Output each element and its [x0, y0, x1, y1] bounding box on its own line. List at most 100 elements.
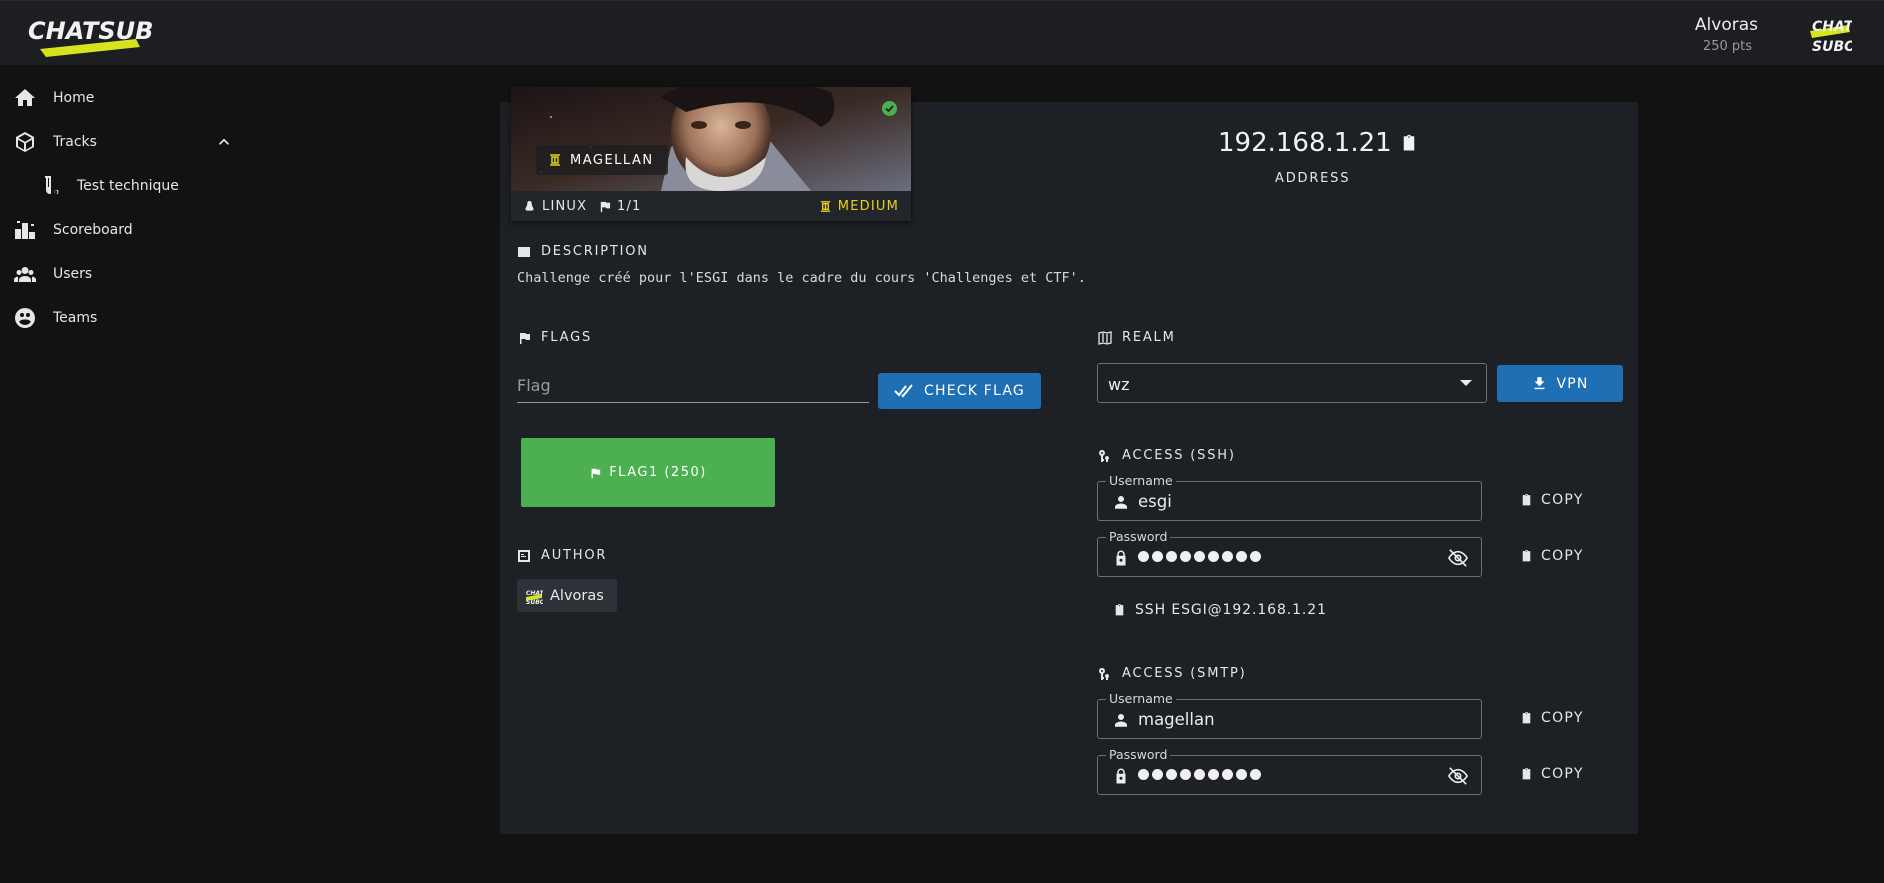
- clipboard-icon: [1522, 550, 1531, 562]
- sidebar-item-teams[interactable]: Teams: [0, 296, 250, 340]
- flags-heading: FLAGS: [517, 330, 592, 345]
- home-icon: [15, 89, 35, 106]
- flag-input[interactable]: Flag: [517, 367, 869, 403]
- challenge-name: MAGELLAN: [570, 152, 654, 168]
- sidebar-item-home[interactable]: Home: [0, 76, 250, 120]
- realm-title: REALM: [1122, 330, 1176, 345]
- check-flag-label: CHECK FLAG: [924, 383, 1025, 399]
- clipboard-icon[interactable]: [1400, 134, 1418, 152]
- top-app-bar: CHATSUBO Alvoras 250 pts CHAT SUBO: [0, 0, 1884, 65]
- ssh-command-copy[interactable]: SSH ESGI@192.168.1.21: [1113, 602, 1327, 618]
- author-heading: AUTHOR: [517, 548, 607, 563]
- flag-icon: [591, 467, 601, 478]
- clipboard-icon: [1522, 494, 1531, 506]
- challenge-info-bar: LINUX 1/1 MEDIUM: [511, 191, 911, 221]
- user-name[interactable]: Alvoras: [1695, 15, 1758, 35]
- sidebar-item-label: Users: [53, 266, 93, 282]
- sidebar-item-scoreboard[interactable]: Scoreboard: [0, 208, 250, 252]
- flag-icon: [520, 331, 530, 344]
- smtp-username-field[interactable]: Username magellan: [1097, 691, 1482, 739]
- found-flag-button[interactable]: FLAG1 (250): [521, 438, 775, 507]
- linux-tux-icon: [525, 200, 534, 211]
- cube-icon: [16, 132, 34, 152]
- author-avatar: CHAT SUBO: [525, 586, 543, 605]
- realm-selected-value: wz: [1108, 375, 1130, 394]
- access-ssh-heading: ACCESS (SSH): [1098, 448, 1236, 463]
- copy-label: COPY: [1541, 492, 1584, 508]
- ssh-password-copy-button[interactable]: COPY: [1520, 548, 1584, 564]
- download-icon: [1534, 377, 1545, 390]
- ssh-command-text: SSH ESGI@192.168.1.21: [1135, 602, 1327, 618]
- ssh-password-field[interactable]: Password: [1097, 529, 1482, 577]
- ssh-username-copy-button[interactable]: COPY: [1520, 492, 1584, 508]
- challenge-banner[interactable]: MAGELLAN LINUX 1/1 MEDIUM: [511, 87, 911, 221]
- flag-input-placeholder: Flag: [517, 376, 551, 395]
- avatar-text-bottom: SUBO: [1812, 39, 1852, 55]
- difficulty-label: MEDIUM: [837, 198, 899, 214]
- challenge-name-chip: MAGELLAN: [536, 145, 668, 175]
- person-icon: [1115, 496, 1127, 509]
- sidebar-item-label: Home: [53, 90, 95, 106]
- users-icon: [14, 267, 36, 282]
- challenge-os-label: LINUX: [542, 198, 588, 214]
- vpn-download-button[interactable]: VPN: [1497, 365, 1623, 402]
- clipboard-icon: [1115, 604, 1124, 616]
- flag-icon: [600, 200, 611, 212]
- flags-count-label: 1/1: [617, 198, 642, 214]
- caret-down-icon: [1460, 380, 1472, 386]
- chatsubo-logo[interactable]: CHATSUBO: [26, 9, 154, 59]
- ip-address[interactable]: 192.168.1.21: [1218, 128, 1418, 158]
- challenge-difficulty: MEDIUM: [819, 199, 899, 214]
- user-avatar[interactable]: CHAT SUBO: [1808, 11, 1852, 57]
- challenge-portrait-image: [511, 87, 911, 191]
- sidebar-item-label: Test technique: [77, 178, 179, 194]
- ssh-username-label: Username: [1106, 473, 1176, 488]
- challenge-os: LINUX: [523, 199, 587, 214]
- key-chain-icon: [1099, 449, 1109, 462]
- sidebar-item-users[interactable]: Users: [0, 252, 250, 296]
- challenge-flags-count: 1/1: [598, 199, 642, 214]
- smtp-password-label: Password: [1106, 747, 1171, 762]
- user-points: 250 pts: [1702, 39, 1752, 54]
- description-text: Challenge créé pour l'ESGI dans le cadre…: [517, 270, 1086, 286]
- realm-select[interactable]: wz: [1097, 363, 1487, 403]
- realm-heading: REALM: [1098, 330, 1176, 345]
- smtp-password-copy-button[interactable]: COPY: [1520, 766, 1584, 782]
- team-emblem-icon: [15, 308, 35, 328]
- lock-icon: [1116, 768, 1126, 784]
- clipboard-icon: [1522, 768, 1531, 780]
- difficulty-medium-icon: [820, 200, 830, 212]
- author-chip[interactable]: CHAT SUBO Alvoras: [517, 579, 617, 612]
- ssh-password-masked: [1138, 551, 1261, 562]
- avatar-text-top: CHAT: [1812, 19, 1852, 35]
- author-title: AUTHOR: [541, 548, 608, 563]
- chevron-up-icon[interactable]: [214, 132, 234, 152]
- person-icon: [1115, 714, 1127, 727]
- eye-off-icon[interactable]: [1447, 766, 1469, 786]
- found-flag-label: FLAG1 (250): [609, 465, 707, 480]
- address-label: ADDRESS: [1275, 171, 1351, 186]
- description-icon: [518, 246, 530, 257]
- key-chain-icon: [1099, 667, 1109, 680]
- author-avatar-text-bottom: SUBO: [526, 599, 543, 605]
- smtp-password-field[interactable]: Password: [1097, 747, 1482, 795]
- test-tube-icon: [45, 176, 59, 195]
- flags-title: FLAGS: [541, 330, 593, 345]
- difficulty-medium-icon: [550, 154, 560, 166]
- sidebar-item-tracks[interactable]: Tracks: [0, 120, 250, 164]
- ip-address-value: 192.168.1.21: [1218, 128, 1392, 158]
- solved-check-icon: [882, 101, 897, 116]
- logo-text: CHATSUBO: [28, 17, 154, 45]
- sidebar-item-label: Tracks: [53, 134, 97, 150]
- ssh-username-field[interactable]: Username esgi: [1097, 473, 1482, 521]
- sidebar-item-test-technique[interactable]: Test technique: [0, 164, 250, 208]
- description-heading: DESCRIPTION: [517, 244, 649, 259]
- double-check-icon: [894, 384, 913, 398]
- copy-label: COPY: [1541, 548, 1584, 564]
- access-smtp-title: ACCESS (SMTP): [1122, 666, 1247, 681]
- smtp-username-label: Username: [1106, 691, 1176, 706]
- podium-icon: [15, 221, 35, 239]
- eye-off-icon[interactable]: [1447, 548, 1469, 568]
- smtp-username-copy-button[interactable]: COPY: [1520, 710, 1584, 726]
- check-flag-button[interactable]: CHECK FLAG: [878, 373, 1041, 409]
